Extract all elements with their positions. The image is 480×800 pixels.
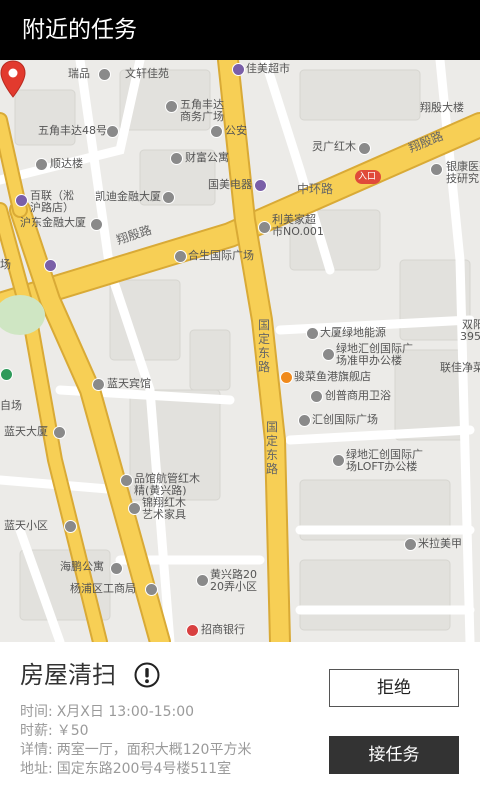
poi-icon <box>106 125 119 138</box>
task-salary: 时薪: ￥50 <box>20 722 89 740</box>
page-title: 附近的任务 <box>22 17 137 43</box>
place-label: 顺达楼 <box>50 157 83 170</box>
alert-icon[interactable] <box>134 662 160 688</box>
poi-icon <box>170 152 183 165</box>
poi-icon <box>210 125 223 138</box>
place-label: 瑞品 <box>68 67 90 80</box>
place-label: 米拉美甲 <box>418 537 462 550</box>
place-label: 蓝天小区 <box>4 519 48 532</box>
task-address: 地址: 国定东路200号4号楼511室 <box>20 760 231 778</box>
place-label: 395 <box>460 330 480 343</box>
poi-icon <box>306 327 319 340</box>
poi-icon <box>322 348 335 361</box>
poi-icon <box>258 221 271 234</box>
place-label: 沪路店） <box>30 201 74 214</box>
poi-icon <box>44 259 57 272</box>
poi-icon <box>254 179 267 192</box>
place-label: 大厦绿地能源 <box>320 326 386 339</box>
map-view[interactable]: 中环路 翔殷路 翔殷路 国定东路 国定东路 入口 瑞品 文轩佳苑 佳美超市 五角… <box>0 60 480 642</box>
poi-icon <box>165 100 178 113</box>
task-detail-panel: 房屋清扫 时间: X月X日 13:00-15:00 时薪: ￥50 详情: 两室一厅，… <box>0 642 480 800</box>
salary-label: 时薪: <box>20 723 53 739</box>
road-label-zhonghuan: 中环路 <box>297 182 334 196</box>
place-label: 场准甲办公楼 <box>336 354 402 367</box>
place-label: 创普商用卫浴 <box>325 389 391 402</box>
poi-icon <box>92 378 105 391</box>
place-label: 招商银行 <box>201 623 245 636</box>
poi-icon <box>128 502 141 515</box>
salary-value: ￥50 <box>56 723 89 739</box>
task-details: 详情: 两室一厅，面积大概120平方米 <box>20 741 251 759</box>
place-label: 公安 <box>225 124 247 137</box>
poi-icon <box>15 194 28 207</box>
place-label: 蓝天宾馆 <box>107 377 151 390</box>
poi-icon <box>162 191 175 204</box>
poi-icon <box>35 158 48 171</box>
poi-icon <box>430 163 443 176</box>
place-label: 场LOFT办公楼 <box>346 460 418 473</box>
place-label: 佳美超市 <box>246 62 290 75</box>
place-label: 财富公寓 <box>185 151 229 164</box>
poi-icon <box>310 390 323 403</box>
place-label: 杨浦区工商局 <box>70 582 136 595</box>
poi-icon <box>332 454 345 467</box>
poi-icon <box>110 562 123 575</box>
place-label: 联佳净菜 <box>440 361 480 374</box>
place-label: 市NO.001 <box>272 225 324 238</box>
place-label: 文轩佳苑 <box>125 67 169 80</box>
entrance-label: 入口 <box>358 172 377 182</box>
poi-icon <box>145 583 158 596</box>
task-time: 时间: X月X日 13:00-15:00 <box>20 703 194 721</box>
poi-icon <box>90 218 103 231</box>
place-label: 自场 <box>0 399 22 412</box>
poi-icon <box>404 538 417 551</box>
poi-icon <box>64 520 77 533</box>
title-bar: 附近的任务 <box>0 0 480 60</box>
accept-task-button[interactable]: 接任务 <box>329 736 459 774</box>
place-label: 翔殷大楼 <box>420 101 464 114</box>
place-label: 五角丰达48号 <box>38 124 107 137</box>
location-pin-icon[interactable] <box>0 60 26 98</box>
poi-icon <box>174 250 187 263</box>
time-label: 时间: <box>20 704 53 720</box>
poi-icon <box>53 426 66 439</box>
poi-icon <box>120 474 133 487</box>
place-label: 合生国际广场 <box>188 249 254 262</box>
detail-label: 详情: <box>20 742 53 758</box>
address-label: 地址: <box>20 761 53 777</box>
place-label: 骏菜鱼港旗舰店 <box>294 370 371 383</box>
place-label: 灵广红木 <box>312 140 356 153</box>
poi-icon <box>280 371 293 384</box>
place-label: 蓝天大厦 <box>4 425 48 438</box>
place-label: 国美电器 <box>208 178 252 191</box>
place-label: 沪东金融大厦 <box>20 216 86 229</box>
poi-icon <box>358 142 371 155</box>
address-value: 国定东路200号4号楼511室 <box>56 761 232 777</box>
bank-icon <box>186 624 199 637</box>
poi-icon <box>98 68 111 81</box>
place-label: 凯迪金融大厦 <box>95 190 161 203</box>
poi-icon <box>0 368 13 381</box>
road-label-guoding-north: 国定东路 <box>258 318 271 374</box>
place-label: 20弄小区 <box>210 580 257 593</box>
place-label: 技研究中 <box>446 172 480 185</box>
place-label: 海鹏公寓 <box>60 560 104 573</box>
reject-button[interactable]: 拒绝 <box>329 669 459 707</box>
poi-icon <box>298 414 311 427</box>
task-title: 房屋清扫 <box>20 661 116 689</box>
place-label: 商务广场 <box>180 110 224 123</box>
poi-icon <box>196 574 209 587</box>
poi-icon <box>232 63 245 76</box>
place-label: 场 <box>0 258 11 271</box>
road-label-guoding-south: 国定东路 <box>266 420 279 476</box>
time-value: X月X日 13:00-15:00 <box>56 704 195 720</box>
place-label: 艺术家具 <box>142 508 186 521</box>
detail-value: 两室一厅，面积大概120平方米 <box>56 742 252 758</box>
place-label: 汇创国际广场 <box>312 413 378 426</box>
